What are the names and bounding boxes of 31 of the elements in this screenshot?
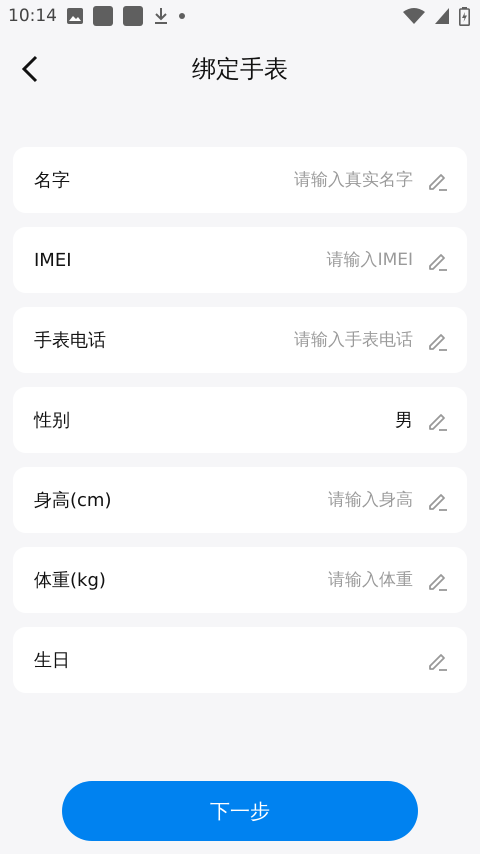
next-button[interactable]: 下一步 — [62, 781, 418, 841]
input-field[interactable]: 请输入身高 — [213, 490, 413, 510]
form-row[interactable]: 身高(cm) 请输入身高 — [13, 467, 467, 533]
wifi-icon — [403, 8, 425, 24]
form-row[interactable]: 手表电话 请输入手表电话 — [13, 307, 467, 373]
form-row[interactable]: 体重(kg) 请输入体重 — [13, 547, 467, 613]
field-label: 生日 — [34, 649, 70, 672]
field-label: 性别 — [34, 409, 70, 432]
download-icon — [153, 7, 169, 25]
input-field[interactable]: 请输入IMEI — [213, 250, 413, 270]
app-icon — [123, 6, 143, 26]
field-label: 名字 — [34, 169, 70, 192]
field-label: 体重(kg) — [34, 569, 106, 592]
input-field[interactable]: 请输入手表电话 — [213, 330, 413, 350]
field-value: 男 — [395, 409, 413, 432]
field-label: 身高(cm) — [34, 489, 112, 512]
battery-icon — [459, 6, 470, 26]
input-field[interactable]: 请输入真实名字 — [213, 170, 413, 190]
image-icon — [67, 8, 83, 24]
form-row[interactable]: IMEI 请输入IMEI — [13, 227, 467, 293]
field-label: 手表电话 — [34, 329, 106, 352]
signal-icon — [435, 8, 449, 24]
form-row[interactable]: 生日 — [13, 627, 467, 693]
dot-icon — [179, 13, 185, 19]
input-field[interactable]: 请输入体重 — [213, 570, 413, 590]
page-title: 绑定手表 — [192, 54, 288, 85]
form-row[interactable]: 名字 请输入真实名字 — [13, 147, 467, 213]
form-row[interactable]: 性别 男 — [13, 387, 467, 453]
field-label: IMEI — [34, 250, 72, 270]
status-time: 10:14 — [8, 6, 57, 26]
app-icon — [93, 6, 113, 26]
